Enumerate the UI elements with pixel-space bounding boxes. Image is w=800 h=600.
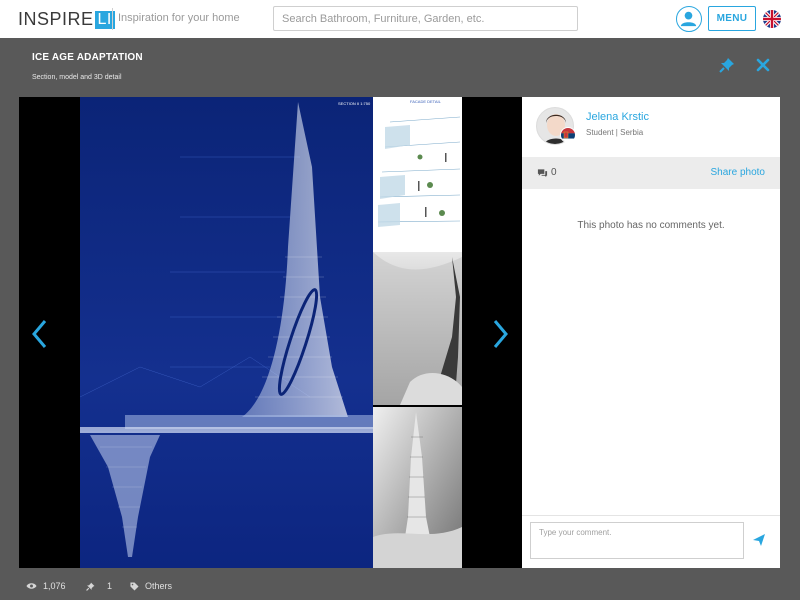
architecture-photo: SECTION II 1:750 FACADE DETAIL xyxy=(80,97,462,568)
comment-count: 0 xyxy=(551,167,557,178)
site-logo[interactable]: INSPIRE LI xyxy=(18,9,115,30)
tag-icon xyxy=(130,581,139,591)
search-input[interactable] xyxy=(273,6,578,31)
category-label: Others xyxy=(145,581,173,591)
chevron-right-icon xyxy=(493,320,508,348)
comment-stats-bar: 0 Share photo xyxy=(522,157,780,189)
views-stat: 1,076 xyxy=(26,581,66,591)
photo-title: ICE AGE ADAPTATION xyxy=(32,52,143,63)
logo-text: INSPIRE xyxy=(18,9,94,29)
comment-input[interactable] xyxy=(530,522,744,559)
photo-subtitle: Section, model and 3D detail xyxy=(32,74,122,81)
pin-count-icon xyxy=(86,582,95,591)
menu-button[interactable]: MENU xyxy=(708,6,756,31)
user-icon xyxy=(680,11,697,27)
next-photo-button[interactable] xyxy=(490,318,510,350)
no-comments-message: This photo has no comments yet. xyxy=(577,220,725,231)
photo-info-panel: Jelena Krstic Student | Serbia 0 Share p… xyxy=(522,97,780,568)
top-header: INSPIRELI Inspiration for your home MENU xyxy=(0,0,800,38)
author-name[interactable]: Jelena Krstic xyxy=(586,111,649,123)
author-info: Student | Serbia xyxy=(586,128,644,137)
facade-label: FACADE DETAIL xyxy=(410,99,442,104)
panel-divider xyxy=(522,515,780,516)
close-button[interactable] xyxy=(756,58,770,72)
eye-icon xyxy=(26,583,37,589)
pin-button[interactable] xyxy=(719,57,735,73)
uk-flag-icon[interactable] xyxy=(763,10,781,28)
serbia-flag-icon xyxy=(560,127,576,143)
pins-count: 1 xyxy=(107,581,113,591)
views-count: 1,076 xyxy=(43,581,66,591)
share-photo-link[interactable]: Share photo xyxy=(711,167,766,178)
section-label: SECTION II 1:750 xyxy=(338,101,371,106)
pin-icon xyxy=(719,58,734,73)
close-icon xyxy=(756,58,770,72)
send-comment-button[interactable] xyxy=(752,533,766,547)
pins-stat: 1 xyxy=(86,581,112,591)
logo-divider xyxy=(112,8,113,30)
previous-photo-button[interactable] xyxy=(30,318,50,350)
chevron-left-icon xyxy=(32,320,47,348)
comment-icon xyxy=(537,169,548,178)
user-account-button[interactable] xyxy=(676,6,702,32)
category-stat[interactable]: Others xyxy=(130,581,172,591)
send-icon xyxy=(753,534,765,546)
site-tagline: Inspiration for your home xyxy=(118,12,240,24)
